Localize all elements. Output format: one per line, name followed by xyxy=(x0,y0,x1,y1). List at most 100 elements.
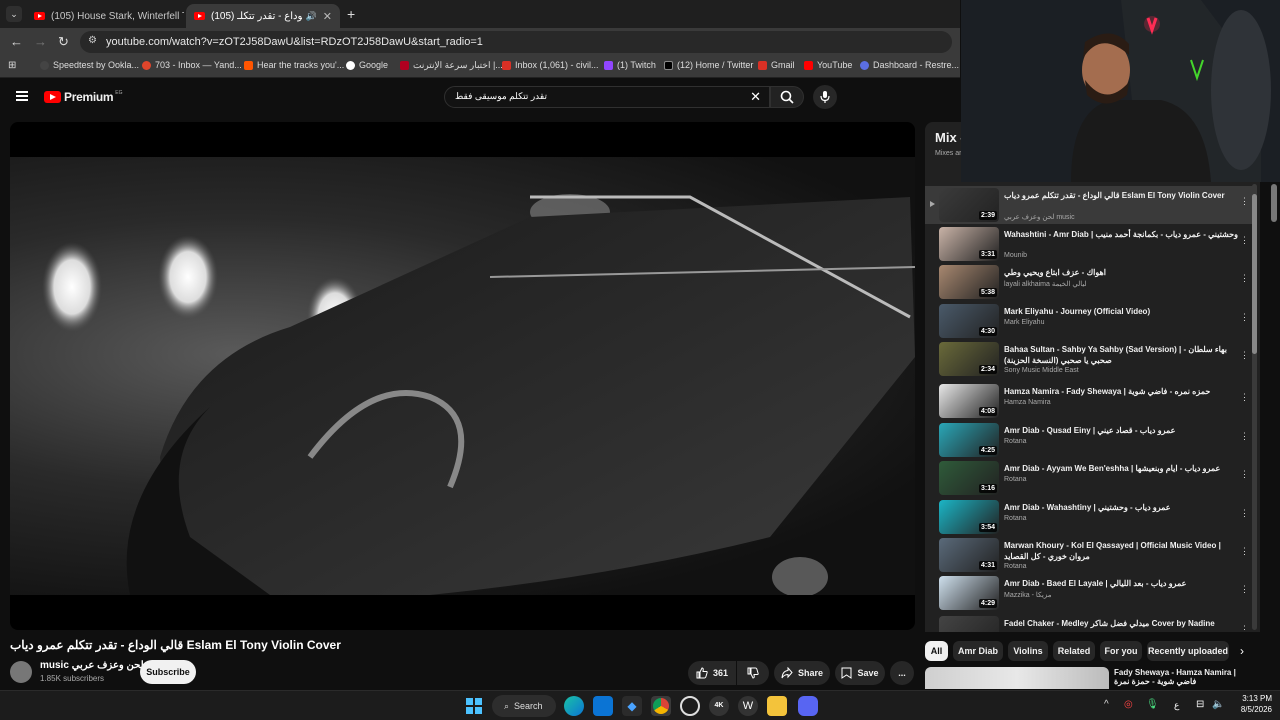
search-input[interactable]: تقدر تتكلم موسيقى فقط ✕ xyxy=(444,86,770,108)
playlist-thumbnail[interactable]: 3:54 xyxy=(939,500,999,534)
playlist-thumbnail[interactable] xyxy=(939,616,999,632)
youtube-logo[interactable]: Premium EG xyxy=(44,90,123,104)
bookmark-inbox[interactable]: Inbox (1,061) - civil... xyxy=(502,60,599,70)
bookmark-restream[interactable]: Dashboard - Restre... xyxy=(860,60,959,70)
subscribe-button[interactable]: Subscribe xyxy=(140,660,196,684)
reload-icon[interactable]: ↻ xyxy=(58,34,69,50)
new-tab-button[interactable]: + xyxy=(347,6,355,22)
chip-all[interactable]: All xyxy=(925,641,948,661)
playlist-item-title[interactable]: قالي الوداع - تقدر تتكلم عمرو دياب Eslam… xyxy=(1004,190,1240,201)
dislike-button[interactable] xyxy=(737,661,769,685)
save-button[interactable]: Save xyxy=(835,661,885,685)
playlist-item-title[interactable]: Amr Diab - Ayyam We Ben'eshha | عمرو ديا… xyxy=(1004,463,1240,474)
playlist-item-menu-icon[interactable]: ⋮ xyxy=(1240,392,1249,403)
playlist-item-menu-icon[interactable]: ⋮ xyxy=(1240,273,1249,284)
app-icon[interactable]: ◆ xyxy=(622,696,642,716)
playlist-item-menu-icon[interactable]: ⋮ xyxy=(1240,235,1249,246)
clear-search-icon[interactable]: ✕ xyxy=(750,89,761,105)
video-player[interactable] xyxy=(10,122,915,630)
bookmark-twitter[interactable]: (12) Home / Twitter xyxy=(664,60,753,70)
tray-mic-icon[interactable]: 🎙 xyxy=(1146,699,1159,710)
bookmark-speedtest-ar[interactable]: اختبار سرعة الإنترنت |... xyxy=(400,60,503,71)
github-icon[interactable] xyxy=(680,696,700,716)
taskbar-clock[interactable]: 3:13 PM 8/5/2026 xyxy=(1232,693,1272,715)
video-frame[interactable] xyxy=(10,157,915,597)
playlist-item[interactable]: 3:31 Wahashtini - Amr Diab | وحشتيني - عم… xyxy=(925,225,1253,263)
tray-chevron-icon[interactable]: ^ xyxy=(1104,699,1109,710)
voice-search-button[interactable] xyxy=(813,85,837,109)
recommended-thumbnail[interactable] xyxy=(925,667,1109,689)
playlist-scroll-thumb[interactable] xyxy=(1252,194,1257,354)
4k-downloader-icon[interactable]: 4K xyxy=(709,696,729,716)
playlist-thumbnail[interactable]: 4:31 xyxy=(939,538,999,572)
tab-1[interactable]: (105) House Stark, Winterfell Th ✕ xyxy=(26,4,184,28)
edge-icon[interactable] xyxy=(564,696,584,716)
playlist-item-menu-icon[interactable]: ⋮ xyxy=(1240,624,1249,632)
tab-search-icon[interactable]: ⌄ xyxy=(6,6,22,22)
site-info-icon[interactable]: ⚙ xyxy=(88,35,97,46)
playlist-item[interactable]: 5:38 اهواك - عزف ابتاع ويحيي وطي layali al… xyxy=(925,263,1253,301)
playlist-item-title[interactable]: اهواك - عزف ابتاع ويحيي وطي xyxy=(1004,267,1240,278)
chip-related[interactable]: Related xyxy=(1053,641,1095,661)
wordpress-icon[interactable]: W xyxy=(738,696,758,716)
bookmark-gmail[interactable]: Gmail xyxy=(758,60,795,70)
playlist-item-menu-icon[interactable]: ⋮ xyxy=(1240,196,1249,207)
chip-violins[interactable]: Violins xyxy=(1008,641,1048,661)
playlist-item[interactable]: 3:16 Amr Diab - Ayyam We Ben'eshha | عمرو… xyxy=(925,459,1253,497)
page-scrollbar[interactable] xyxy=(1268,182,1280,690)
playlist-thumbnail[interactable]: 2:34 xyxy=(939,342,999,376)
playlist-item[interactable]: 3:54 Amr Diab - Wahashtiny | عمرو دياب - … xyxy=(925,498,1253,536)
discord-icon[interactable] xyxy=(798,696,818,716)
playlist-item-title[interactable]: Amr Diab - Baed El Layale | عمرو دياب - … xyxy=(1004,578,1240,589)
playlist-item-menu-icon[interactable]: ⋮ xyxy=(1240,312,1249,323)
bookmark-google[interactable]: Google xyxy=(346,60,388,70)
language-indicator[interactable]: ع xyxy=(1174,700,1179,711)
playlist-item[interactable]: Fadel Chaker - Medley ميدلي فضل شاكر Cov… xyxy=(925,614,1253,632)
taskbar-search[interactable]: ⌕ Search xyxy=(492,695,556,717)
playlist-item-title[interactable]: Bahaa Sultan - Sahby Ya Sahby (Sad Versi… xyxy=(1004,344,1240,366)
playlist-thumbnail[interactable]: 4:30 xyxy=(939,304,999,338)
playlist-item-title[interactable]: Amr Diab - Wahashtiny | عمرو دياب - وحشت… xyxy=(1004,502,1240,513)
playlist-item-title[interactable]: Hamza Namira - Fady Shewaya | حمزه نمره … xyxy=(1004,386,1240,397)
back-arrow-icon[interactable]: ← xyxy=(10,34,23,49)
tray-app-icon[interactable]: ◎ xyxy=(1124,699,1133,710)
search-button[interactable] xyxy=(770,86,804,108)
playlist-item[interactable]: 4:30 Mark Eliyahu - Journey (Official Vid… xyxy=(925,302,1253,340)
playlist-thumbnail[interactable]: 3:31 xyxy=(939,227,999,261)
playlist-thumbnail[interactable]: 4:08 xyxy=(939,384,999,418)
playlist-item-menu-icon[interactable]: ⋮ xyxy=(1240,350,1249,361)
playlist-item[interactable]: 4:29 Amr Diab - Baed El Layale | عمرو ديا… xyxy=(925,574,1253,612)
playlist-item-title[interactable]: Amr Diab - Qusad Einy | عمرو دياب - قصاد… xyxy=(1004,425,1240,436)
bookmark-youtube[interactable]: YouTube xyxy=(804,60,852,70)
chrome-icon[interactable] xyxy=(651,696,671,716)
playlist-item-menu-icon[interactable]: ⋮ xyxy=(1240,469,1249,480)
share-button[interactable]: Share xyxy=(774,661,830,685)
playlist-thumbnail[interactable]: 3:16 xyxy=(939,461,999,495)
file-explorer-icon[interactable] xyxy=(767,696,787,716)
windows-start-icon[interactable] xyxy=(464,696,484,716)
bookmark-soundcloud[interactable]: Hear the tracks you'... xyxy=(244,60,344,70)
page-scroll-thumb[interactable] xyxy=(1271,184,1277,222)
playlist-item-title[interactable]: Marwan Khoury - Kol El Qassayed | Offici… xyxy=(1004,540,1240,562)
apps-grid-icon[interactable]: ⊞ xyxy=(8,60,16,71)
playlist-item[interactable]: 2:34 Bahaa Sultan - Sahby Ya Sahby (Sad V… xyxy=(925,340,1253,378)
playlist-item-menu-icon[interactable]: ⋮ xyxy=(1240,508,1249,519)
chip-for-you[interactable]: For you xyxy=(1100,641,1142,661)
chip-amr-diab[interactable]: Amr Diab xyxy=(953,641,1003,661)
url-field[interactable]: ⚙ youtube.com/watch?v=zOT2J58DawU&list=R… xyxy=(80,31,952,53)
forward-arrow-icon[interactable]: → xyxy=(34,34,47,49)
recommended-title[interactable]: Fady Shewaya - Hamza Namira | فاضي شوية … xyxy=(1114,668,1244,686)
playlist-item-menu-icon[interactable]: ⋮ xyxy=(1240,584,1249,595)
playlist-item[interactable]: 2:39 قالي الوداع - تقدر تتكلم عمرو دياب E… xyxy=(925,186,1253,224)
volume-icon[interactable]: 🔈 xyxy=(1212,699,1224,710)
playlist-thumbnail[interactable]: 5:38 xyxy=(939,265,999,299)
playlist-item[interactable]: 4:08 Hamza Namira - Fady Shewaya | حمزه ن… xyxy=(925,382,1253,420)
playlist-item-title[interactable]: Mark Eliyahu - Journey (Official Video) xyxy=(1004,306,1240,317)
playlist-item[interactable]: 4:25 Amr Diab - Qusad Einy | عمرو دياب - … xyxy=(925,421,1253,459)
playlist-item-menu-icon[interactable]: ⋮ xyxy=(1240,431,1249,442)
playlist-item-title[interactable]: Fadel Chaker - Medley ميدلي فضل شاكر Cov… xyxy=(1004,618,1240,629)
tab-2[interactable]: (105) قالي الوداع - تقدر تتكلـ 🔊 ✕ xyxy=(186,4,340,28)
playlist-scrollbar[interactable] xyxy=(1252,184,1257,630)
playlist-thumbnail[interactable]: 4:29 xyxy=(939,576,999,610)
playlist-item-menu-icon[interactable]: ⋮ xyxy=(1240,546,1249,557)
